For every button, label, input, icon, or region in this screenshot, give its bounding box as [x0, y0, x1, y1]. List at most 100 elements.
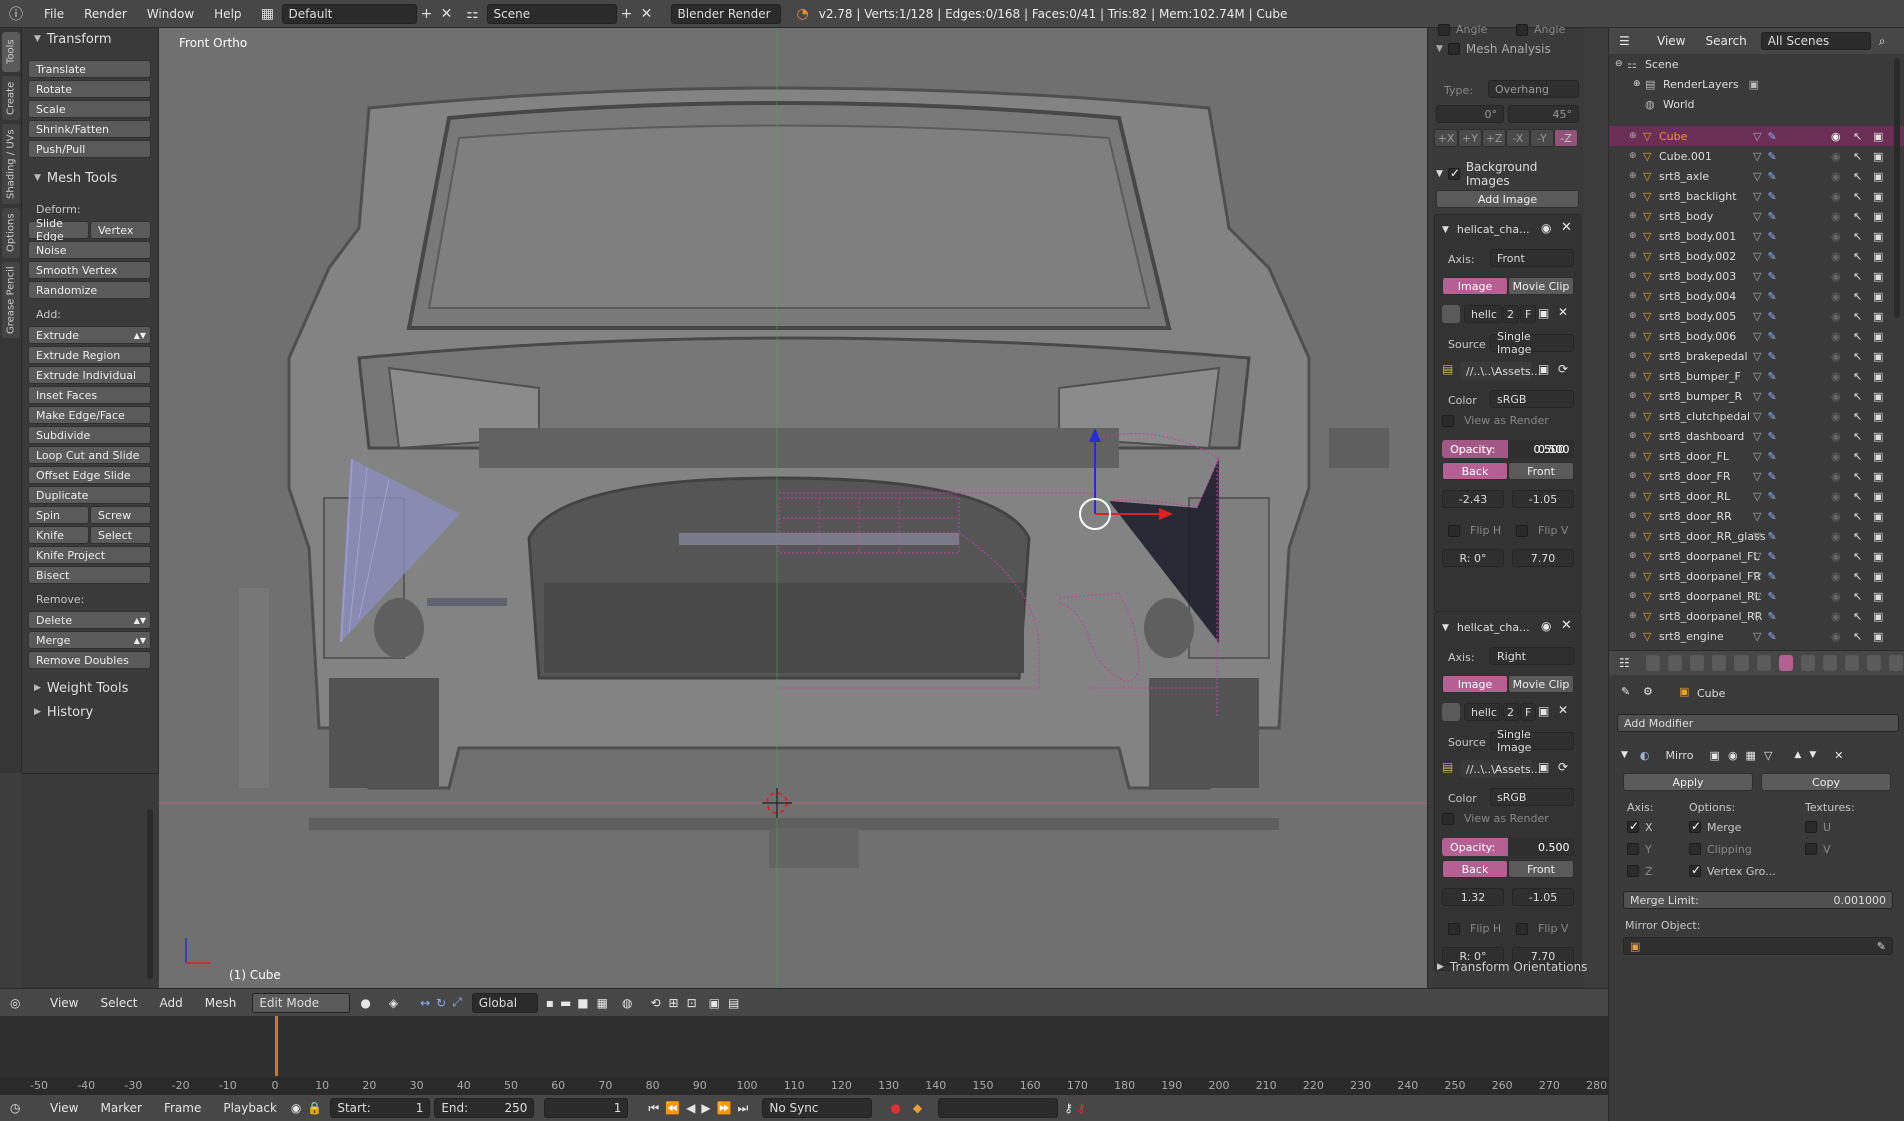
bg2-reload-icon[interactable]: ⟳ — [1558, 760, 1568, 774]
outliner-row-object[interactable]: ⊕ ▽ srt8_bumper_F ▽ ✎ ◉ ↖ ▣ — [1609, 366, 1904, 386]
vh-menu-add[interactable]: Add — [160, 996, 183, 1010]
mesh-analysis-checkbox[interactable] — [1447, 43, 1460, 55]
mesh-tools-panel-header[interactable]: ▼ Mesh Tools — [22, 167, 117, 189]
outliner-menu-view[interactable]: View — [1657, 34, 1685, 48]
outliner-row-object[interactable]: ⊕ ▽ srt8_body.004 ▽ ✎ ◉ ↖ ▣ — [1609, 286, 1904, 306]
visibility-eye-icon[interactable]: ◉ — [1831, 490, 1841, 503]
visibility-eye-icon[interactable]: ◉ — [1831, 130, 1841, 143]
bg2-tab-image[interactable]: Image — [1442, 675, 1508, 693]
renderability-camera-icon[interactable]: ▣ — [1873, 630, 1883, 643]
timeline-editor-icon[interactable]: ◷ — [10, 1101, 40, 1115]
selectability-cursor-icon[interactable]: ↖ — [1853, 190, 1862, 203]
renderability-camera-icon[interactable]: ▣ — [1873, 150, 1883, 163]
randomize-button[interactable]: Randomize — [28, 281, 151, 299]
search-icon[interactable]: ⌕ — [1879, 34, 1886, 49]
selectability-cursor-icon[interactable]: ↖ — [1853, 390, 1862, 403]
tab-create[interactable]: Create — [2, 76, 20, 120]
bg2-image-users[interactable]: 2 — [1503, 703, 1519, 721]
visibility-eye-icon[interactable]: ◉ — [1831, 230, 1841, 243]
renderability-camera-icon[interactable]: ▣ — [1873, 210, 1883, 223]
bg2-tab-movie-clip[interactable]: Movie Clip — [1508, 675, 1574, 693]
extrude-button[interactable]: Extrude ▲▼ — [28, 326, 151, 344]
selectability-cursor-icon[interactable]: ↖ — [1853, 350, 1862, 363]
merge-button[interactable]: Merge ▲▼ — [28, 631, 151, 649]
apply-button[interactable]: Apply — [1623, 773, 1753, 791]
texture-u-checkbox[interactable] — [1805, 821, 1817, 833]
particles-tab-icon[interactable] — [1866, 655, 1881, 671]
outliner-scrollbar[interactable] — [1894, 58, 1900, 318]
selectability-cursor-icon[interactable]: ↖ — [1853, 550, 1862, 563]
expand-icon[interactable]: ⊕ — [1629, 631, 1643, 641]
outliner-row-world[interactable]: ◍ World — [1609, 94, 1904, 114]
screen-layout-field[interactable]: Default — [281, 3, 417, 24]
renderability-camera-icon[interactable]: ▣ — [1873, 170, 1883, 183]
bg2-front-button[interactable]: Front — [1508, 860, 1574, 878]
expand-icon[interactable]: ⊕ — [1629, 331, 1643, 341]
outliner-row-object[interactable]: ⊕ ▽ Cube ▽ ✎ ◉ ↖ ▣ — [1609, 126, 1904, 146]
renderability-camera-icon[interactable]: ▣ — [1873, 450, 1883, 463]
jump-start-icon[interactable]: ⏮ — [648, 1101, 659, 1116]
axis-x-checkbox[interactable] — [1627, 819, 1639, 833]
extrude-individual-button[interactable]: Extrude Individual — [28, 366, 151, 384]
outliner-row-object[interactable]: ⊕ ▽ srt8_body.002 ▽ ✎ ◉ ↖ ▣ — [1609, 246, 1904, 266]
selectability-cursor-icon[interactable]: ↖ — [1853, 490, 1862, 503]
visibility-eye-icon[interactable]: ◉ — [1831, 390, 1841, 403]
next-keyframe-icon[interactable]: ⏩ — [717, 1101, 732, 1115]
outliner-row-object[interactable]: ⊕ ▽ srt8_door_RR_glass ▽ ✎ ◉ ↖ ▣ — [1609, 526, 1904, 546]
selectability-cursor-icon[interactable]: ↖ — [1853, 510, 1862, 523]
inset-faces-button[interactable]: Inset Faces — [28, 386, 151, 404]
move-up-icon[interactable]: ▲ — [1794, 750, 1801, 760]
editmode-toggle-icon[interactable]: ▦ — [1746, 749, 1756, 762]
expand-icon[interactable]: ⊕ — [1629, 511, 1643, 521]
bg1-tab-image[interactable]: Image — [1442, 277, 1508, 295]
info-editor-icon[interactable]: ⓘ — [6, 4, 26, 24]
menu-render[interactable]: Render — [74, 7, 137, 21]
bg1-back-button[interactable]: Back — [1442, 462, 1508, 480]
bg1-image-name[interactable]: hellc — [1464, 305, 1502, 323]
visibility-eye-icon[interactable]: ◉ — [1831, 510, 1841, 523]
expand-icon[interactable]: ⊕ — [1629, 131, 1643, 141]
visibility-eye-icon[interactable]: ◉ — [1831, 430, 1841, 443]
renderability-camera-icon[interactable]: ▣ — [1873, 130, 1883, 143]
mesh-analysis-header[interactable]: ▼ Mesh Analysis — [1436, 42, 1551, 56]
bg2-back-button[interactable]: Back — [1442, 860, 1508, 878]
extrude-region-button[interactable]: Extrude Region — [28, 346, 151, 364]
renderability-camera-icon[interactable]: ▣ — [1873, 470, 1883, 483]
expand-icon[interactable]: ⊕ — [1629, 491, 1643, 501]
renderability-camera-icon[interactable]: ▣ — [1873, 370, 1883, 383]
bg2-eye-icon[interactable]: ◉ — [1541, 619, 1551, 633]
screen-layout-icon[interactable]: ▦ — [258, 4, 278, 24]
snap-icon[interactable]: ⟲ — [650, 996, 660, 1010]
slide-vertex-button[interactable]: Vertex — [90, 221, 151, 239]
rotate-button[interactable]: Rotate — [28, 80, 151, 98]
expand-icon[interactable]: ⊕ — [1629, 391, 1643, 401]
background-images-checkbox[interactable] — [1447, 166, 1460, 180]
bg1-flip-h-checkbox[interactable] — [1448, 525, 1460, 537]
selectability-cursor-icon[interactable]: ↖ — [1853, 610, 1862, 623]
visibility-eye-icon[interactable]: ◉ — [1831, 210, 1841, 223]
pivot-icon[interactable]: ◈ — [389, 996, 398, 1010]
remove-scene-icon[interactable]: ✕ — [637, 4, 657, 24]
current-frame-field[interactable]: 1 — [544, 1098, 629, 1118]
selectability-cursor-icon[interactable]: ↖ — [1853, 530, 1862, 543]
selectability-cursor-icon[interactable]: ↖ — [1853, 310, 1862, 323]
outliner-row-object[interactable]: ⊕ ▽ srt8_doorpanel_RR ▽ ✎ ◉ ↖ ▣ — [1609, 606, 1904, 626]
scene-icon[interactable]: ⚏ — [463, 4, 483, 24]
axis-plus-x[interactable]: +X — [1434, 129, 1458, 147]
outliner-row-object[interactable]: ⊕ ▽ srt8_body.006 ▽ ✎ ◉ ↖ ▣ — [1609, 326, 1904, 346]
shrink-fatten-button[interactable]: Shrink/Fatten — [28, 120, 151, 138]
edge-select-icon[interactable]: ▬ — [560, 996, 571, 1010]
bg1-tab-movie-clip[interactable]: Movie Clip — [1508, 277, 1574, 295]
bg2-open-folder-icon[interactable]: ▣ — [1538, 704, 1549, 718]
visibility-eye-icon[interactable]: ◉ — [1831, 170, 1841, 183]
delete-button[interactable]: Delete ▲▼ — [28, 611, 151, 629]
outliner-row-object[interactable]: ⊕ ▽ srt8_door_RR ▽ ✎ ◉ ↖ ▣ — [1609, 506, 1904, 526]
expand-icon[interactable]: ⊕ — [1629, 451, 1643, 461]
visibility-eye-icon[interactable]: ◉ — [1831, 270, 1841, 283]
render-anim-icon[interactable]: ▤ — [728, 996, 739, 1010]
selectability-cursor-icon[interactable]: ↖ — [1853, 410, 1862, 423]
selectability-cursor-icon[interactable]: ↖ — [1853, 370, 1862, 383]
texture-v-checkbox[interactable] — [1805, 843, 1817, 855]
tl-menu-view[interactable]: View — [50, 1101, 78, 1115]
renderability-camera-icon[interactable]: ▣ — [1873, 490, 1883, 503]
